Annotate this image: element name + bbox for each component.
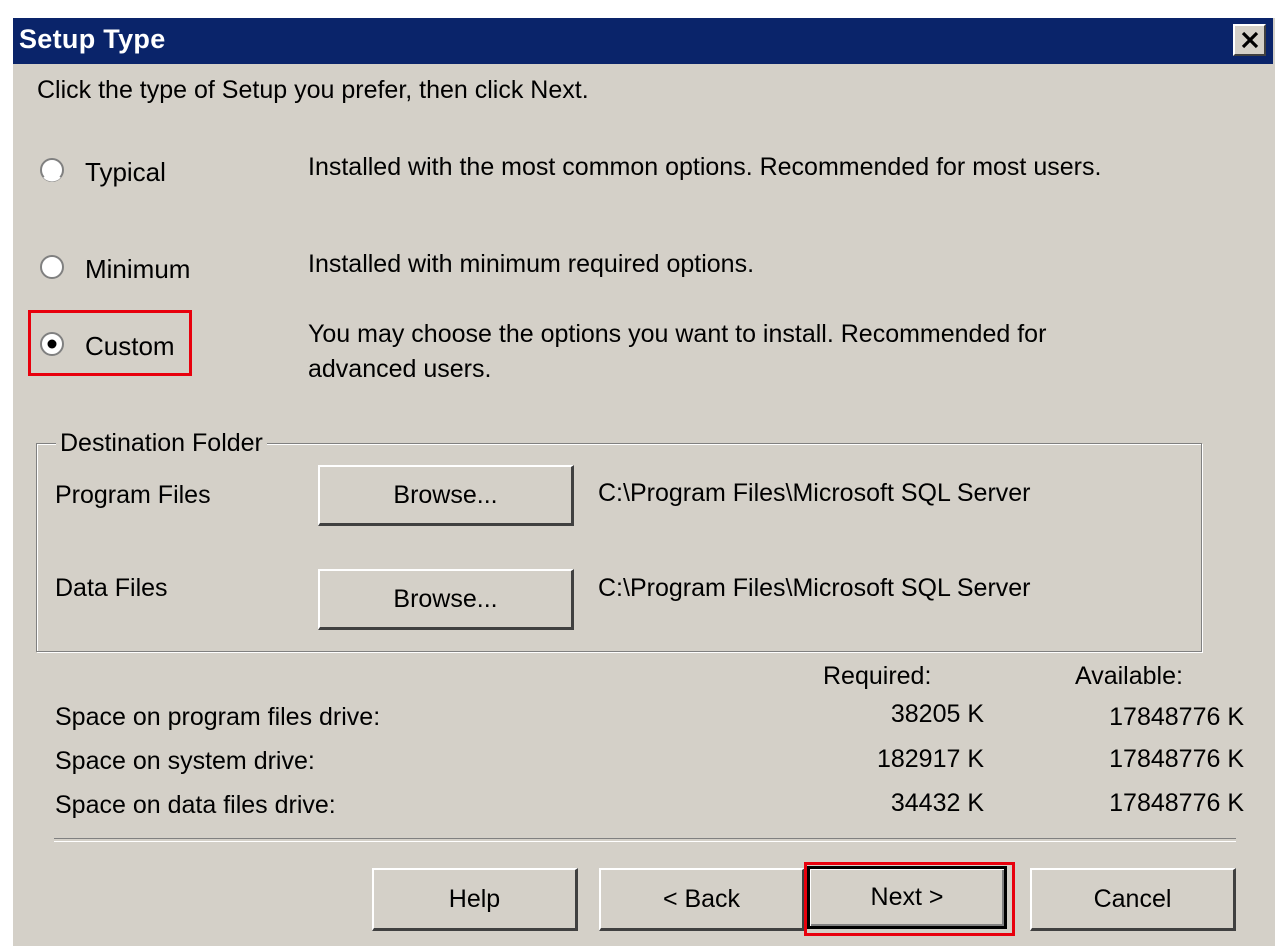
space-row-available: 17848776 K (1109, 703, 1244, 731)
instruction-text: Click the type of Setup you prefer, then… (37, 76, 589, 104)
separator-line (54, 838, 1236, 842)
space-row-available: 17848776 K (1109, 745, 1244, 773)
destination-folder-legend: Destination Folder (56, 429, 267, 458)
radio-minimum[interactable] (39, 254, 65, 280)
option-custom-description-line2: advanced users. (308, 355, 492, 383)
space-row-required: 34432 K (890, 789, 984, 817)
required-header: Required: (823, 662, 932, 690)
close-icon (1241, 31, 1259, 49)
program-files-path: C:\Program Files\Microsoft SQL Server (598, 479, 1031, 507)
destination-folder-group (36, 443, 1202, 652)
radio-typical[interactable] (39, 157, 65, 183)
radio-custom[interactable] (39, 331, 65, 357)
option-minimum-label[interactable]: Minimum (85, 254, 190, 285)
option-minimum-description: Installed with minimum required options. (308, 250, 755, 278)
close-button[interactable] (1233, 24, 1266, 56)
space-row-required: 182917 K (876, 745, 984, 773)
browse-data-files-button[interactable]: Browse... (318, 569, 574, 630)
option-custom-label[interactable]: Custom (85, 331, 175, 362)
cancel-button[interactable]: Cancel (1030, 868, 1236, 931)
help-button[interactable]: Help (372, 868, 578, 931)
available-header: Available: (1075, 662, 1183, 690)
window-title: Setup Type (19, 24, 166, 54)
space-row-required: 38205 K (890, 700, 984, 728)
data-files-path: C:\Program Files\Microsoft SQL Server (598, 574, 1031, 602)
space-row-label: Space on system drive: (55, 747, 315, 775)
space-row-available: 17848776 K (1109, 789, 1244, 817)
space-row-label: Space on data files drive: (55, 791, 336, 819)
option-custom-description-line1: You may choose the options you want to i… (308, 320, 1047, 348)
option-typical-description: Installed with the most common options. … (308, 153, 1102, 181)
option-typical-label[interactable]: Typical (85, 157, 166, 188)
title-bar (13, 18, 1273, 64)
program-files-label: Program Files (55, 481, 211, 509)
space-row-label: Space on program files drive: (55, 703, 381, 731)
data-files-label: Data Files (55, 574, 168, 602)
next-button[interactable]: Next > (807, 866, 1007, 929)
back-button[interactable]: < Back (599, 868, 805, 931)
browse-program-files-button[interactable]: Browse... (318, 465, 574, 526)
